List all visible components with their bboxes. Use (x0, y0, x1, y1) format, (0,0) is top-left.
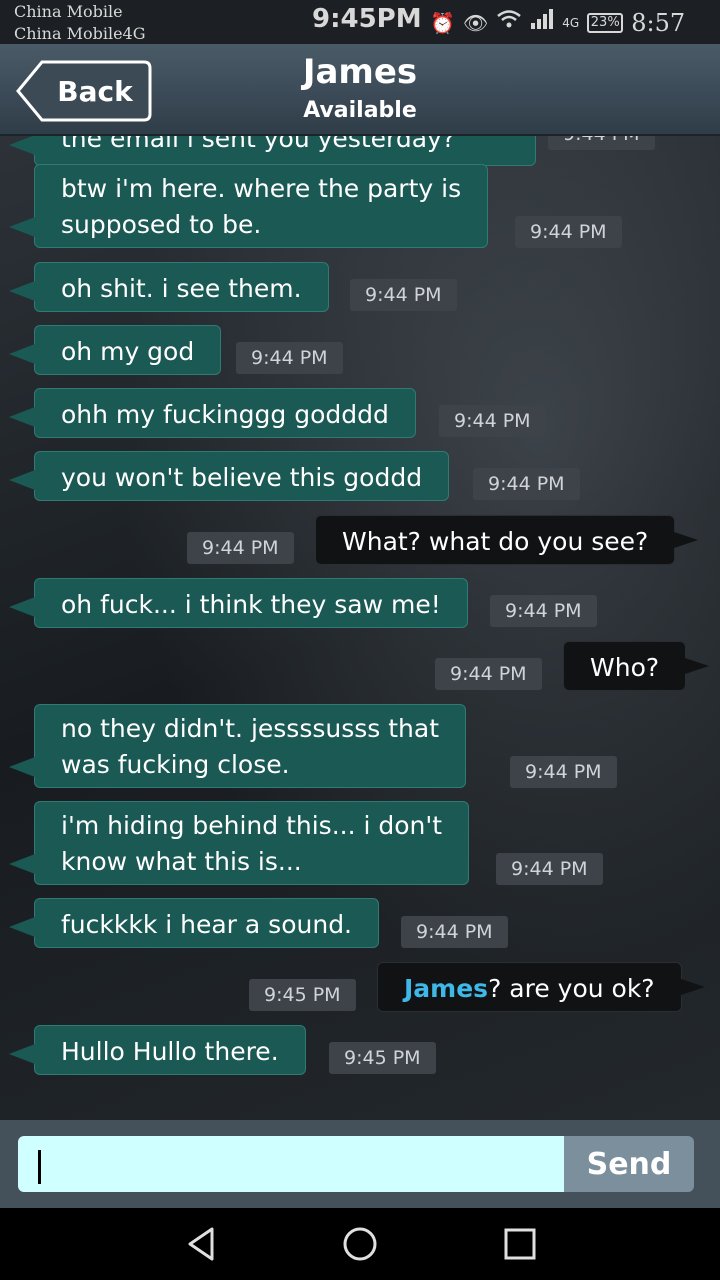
message-time: 9:45 PM (329, 1042, 436, 1074)
nav-home-icon[interactable] (340, 1224, 380, 1264)
message-time: 9:44 PM (548, 136, 655, 150)
message-incoming[interactable]: the email i sent you yesterday? (9, 136, 536, 166)
message-text: ? are you ok? (488, 974, 655, 1003)
message-text: Hullo Hullo there. (61, 1037, 279, 1066)
status-clock-2: 8:57 (631, 8, 686, 37)
message-text-line: supposed to be. (61, 210, 262, 239)
message-time: 9:44 PM (236, 342, 343, 374)
message-input[interactable] (18, 1136, 564, 1192)
contact-mention[interactable]: James (404, 974, 488, 1003)
send-button[interactable]: Send (564, 1136, 694, 1192)
message-time: 9:44 PM (435, 658, 542, 690)
message-text-line: no they didn't. jessssusss that (61, 714, 440, 743)
message-incoming[interactable]: oh my god (8, 325, 222, 375)
network-type: 4G (562, 15, 580, 30)
message-time: 9:44 PM (473, 468, 580, 500)
message-outgoing[interactable]: What? what do you see? (315, 515, 699, 565)
message-incoming[interactable]: oh shit. i see them. (9, 262, 329, 312)
status-time: 9:45PM (312, 4, 422, 34)
composer-bar: Send (0, 1120, 720, 1208)
message-text: fuckkkk i hear a sound. (61, 910, 353, 939)
message-time: 9:44 PM (496, 853, 603, 885)
message-text: oh fuck... i think they saw me! (61, 590, 441, 619)
message-text: the email i sent you yesterday? (61, 136, 456, 153)
message-text-line: btw i'm here. where the party is (61, 174, 462, 203)
message-incoming[interactable]: i'm hiding behind this... i don't know w… (8, 801, 470, 885)
message-outgoing[interactable]: Who? (563, 641, 710, 691)
message-time: 9:44 PM (490, 595, 597, 627)
message-text: Who? (590, 653, 660, 682)
message-outgoing[interactable]: James? are you ok? (377, 962, 705, 1012)
message-time: 9:44 PM (401, 916, 508, 948)
wifi-icon (496, 8, 522, 37)
message-time: 9:44 PM (187, 532, 294, 564)
contact-name: James (302, 52, 418, 92)
message-time: 9:44 PM (350, 279, 457, 311)
system-nav-bar (0, 1208, 720, 1280)
signal-icon (530, 8, 554, 37)
message-text: ohh my fuckinggg godddd (61, 400, 389, 429)
eye-icon: 👁 (462, 10, 489, 35)
chat-thread[interactable]: the email i sent you yesterday? 9:44 PM … (0, 136, 720, 1120)
battery-icon: 23% (587, 12, 624, 33)
message-text: you won't believe this goddd (61, 463, 423, 492)
message-incoming[interactable]: btw i'm here. where the party is suppose… (8, 164, 489, 248)
message-text-line: know what this is... (61, 847, 302, 876)
message-time: 9:44 PM (439, 405, 546, 437)
message-incoming[interactable]: ohh my fuckinggg godddd (9, 388, 416, 438)
status-icons: ⏰ 👁 4G 23% 8:57 (430, 8, 685, 37)
message-time: 9:45 PM (249, 979, 356, 1011)
message-time: 9:44 PM (510, 756, 617, 788)
contact-status: Available (303, 98, 417, 123)
message-text-line: was fucking close. (61, 750, 290, 779)
chat-header: Back James Available (0, 44, 720, 136)
message-text: oh shit. i see them. (61, 274, 302, 303)
status-bar: China Mobile China Mobile4G 9:45PM ⏰ 👁 4… (0, 0, 720, 44)
carrier-1: China Mobile (14, 2, 123, 21)
message-time: 9:44 PM (515, 216, 622, 248)
message-incoming[interactable]: Hullo Hullo there. (9, 1025, 306, 1075)
nav-back-icon[interactable] (182, 1224, 222, 1264)
message-incoming[interactable]: you won't believe this goddd (8, 451, 450, 501)
message-text-line: i'm hiding behind this... i don't (61, 811, 443, 840)
message-text: What? what do you see? (342, 527, 649, 556)
alarm-icon: ⏰ (430, 10, 455, 35)
message-incoming[interactable]: fuckkkk i hear a sound. (8, 898, 380, 948)
message-incoming[interactable]: no they didn't. jessssusss that was fuck… (8, 704, 467, 788)
carrier-2: China Mobile4G (14, 24, 146, 43)
nav-recents-icon[interactable] (500, 1224, 540, 1264)
message-text: oh my god (61, 337, 195, 366)
text-caret (38, 1150, 41, 1184)
message-incoming[interactable]: oh fuck... i think they saw me! (9, 578, 468, 628)
